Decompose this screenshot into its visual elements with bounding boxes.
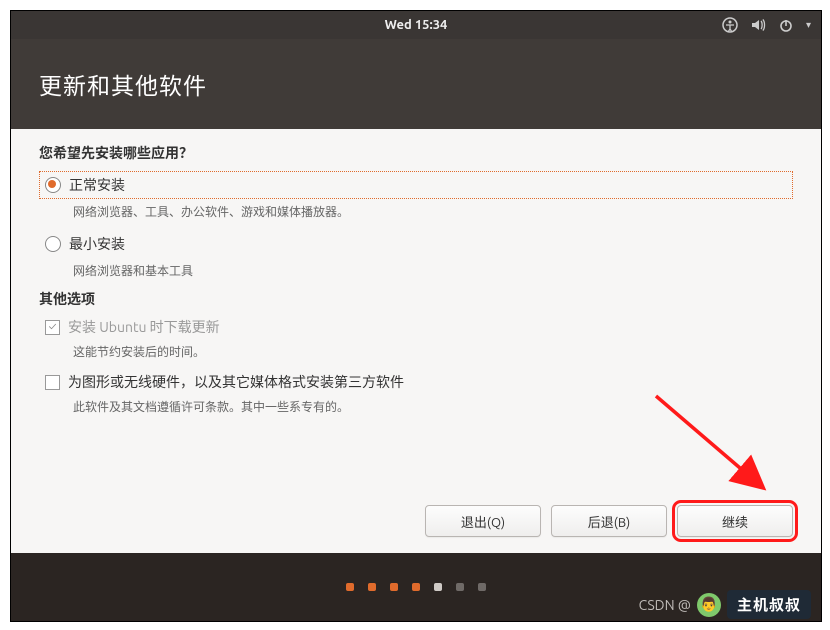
radio-minimal-install[interactable]: 最小安装 (39, 230, 793, 258)
checkbox-download-updates[interactable]: ✓ 安装 Ubuntu 时下载更新 (39, 315, 793, 339)
installer-header: 更新和其他软件 (11, 39, 821, 129)
hint-minimal-install: 网络浏览器和基本工具 (73, 262, 793, 279)
checkbox-icon (45, 375, 60, 390)
radio-normal-install[interactable]: 正常安装 (39, 171, 793, 199)
hint-normal-install: 网络浏览器、工具、办公软件、游戏和媒体播放器。 (73, 203, 793, 220)
panel-indicators: ▾ (722, 11, 811, 39)
watermark: CSDN @ 👨 主机叔叔 (639, 590, 811, 619)
radio-icon (45, 236, 61, 252)
radio-icon (45, 177, 61, 193)
checkbox-icon: ✓ (45, 320, 60, 335)
question-which-apps: 您希望先安装哪些应用？ (39, 143, 793, 163)
hint-download-updates: 这能节约安装后的时间。 (73, 343, 793, 360)
watermark-brand: 主机叔叔 (727, 590, 811, 619)
continue-button[interactable]: 继续 (677, 505, 793, 537)
button-bar: 退出(Q) 后退(B) 继续 (425, 505, 793, 537)
hint-third-party: 此软件及其文档遵循许可条款。其中一些系专有的。 (73, 398, 793, 415)
progress-dot (390, 583, 398, 591)
checkbox-label: 为图形或无线硬件，以及其它媒体格式安装第三方软件 (68, 372, 404, 392)
clock: Wed 15:34 (385, 18, 448, 32)
progress-dot (434, 583, 442, 591)
back-button[interactable]: 后退(B) (551, 505, 667, 537)
progress-dot (456, 583, 464, 591)
progress-dot (368, 583, 376, 591)
other-options-title: 其他选项 (39, 289, 793, 309)
chevron-down-icon[interactable]: ▾ (806, 19, 811, 31)
a11y-icon[interactable] (722, 17, 738, 33)
watermark-logo-icon: 👨 (697, 593, 721, 617)
progress-dot (412, 583, 420, 591)
radio-label: 正常安装 (69, 175, 125, 195)
installer-body: 您希望先安装哪些应用？ 正常安装 网络浏览器、工具、办公软件、游戏和媒体播放器。… (11, 129, 821, 553)
checkbox-label: 安装 Ubuntu 时下载更新 (68, 317, 220, 337)
top-panel: Wed 15:34 ▾ (11, 11, 821, 39)
power-icon[interactable] (778, 17, 794, 33)
quit-button[interactable]: 退出(Q) (425, 505, 541, 537)
watermark-text: CSDN @ (639, 597, 691, 613)
radio-label: 最小安装 (69, 234, 125, 254)
checkbox-third-party[interactable]: 为图形或无线硬件，以及其它媒体格式安装第三方软件 (39, 370, 793, 394)
progress-dot (478, 583, 486, 591)
volume-icon[interactable] (750, 17, 766, 33)
progress-dot (346, 583, 354, 591)
page-title: 更新和其他软件 (39, 67, 207, 101)
